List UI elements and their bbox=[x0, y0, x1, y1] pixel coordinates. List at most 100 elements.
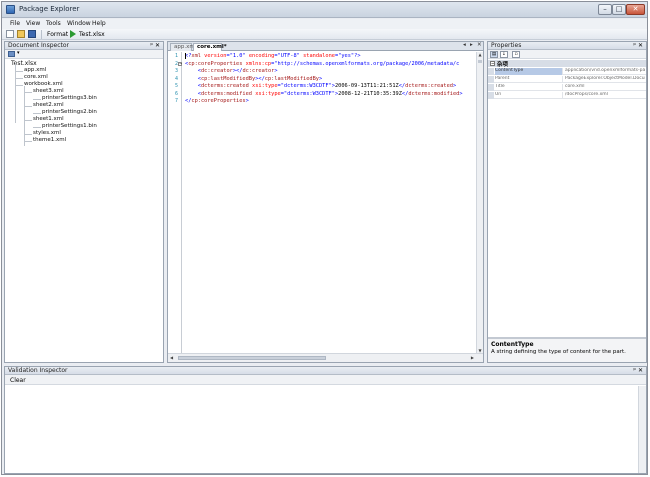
code-token: dc:creator bbox=[200, 68, 233, 74]
scroll-left-icon[interactable]: ◀ bbox=[170, 355, 173, 360]
property-value[interactable]: /docProps/core.xml bbox=[565, 92, 645, 99]
code-token: > bbox=[274, 68, 278, 74]
description-title: ContentType bbox=[491, 341, 534, 348]
code-token: cp:coreProperties bbox=[188, 60, 243, 67]
line-number: 5 bbox=[174, 83, 178, 89]
code-token: cp:lastModifiedBy bbox=[200, 75, 256, 82]
properties-header: Properties ᵖ ✕ bbox=[488, 42, 646, 50]
code-line: <dc:creator></dc:creator> bbox=[185, 68, 278, 74]
open-icon[interactable] bbox=[17, 30, 25, 38]
tree-node[interactable]: app.xml bbox=[24, 67, 46, 73]
view-mode-icon[interactable] bbox=[8, 51, 15, 57]
code-line: </cp:coreProperties> bbox=[185, 98, 249, 104]
text-caret bbox=[185, 53, 186, 59]
tree-guide bbox=[24, 86, 25, 146]
validation-scrollbar[interactable] bbox=[638, 386, 646, 473]
tree-connector bbox=[15, 85, 23, 86]
close-panel-icon[interactable]: ✕ bbox=[638, 367, 643, 374]
tree-node[interactable]: sheet1.xml bbox=[33, 116, 64, 122]
format-button[interactable]: Format bbox=[47, 31, 68, 38]
property-row[interactable]: Title core.xml bbox=[488, 84, 646, 91]
code-line: <cp:lastModifiedBy></cp:lastModifiedBy> bbox=[185, 76, 322, 82]
property-row[interactable]: Uri/docProps/core.xml bbox=[488, 92, 646, 99]
menu-view[interactable]: View bbox=[26, 20, 40, 27]
menu-file[interactable]: File bbox=[10, 20, 20, 27]
validation-inspector-title: Validation Inspector bbox=[8, 367, 68, 374]
menu-window[interactable]: Window bbox=[67, 20, 91, 27]
property-name[interactable]: ContentType bbox=[495, 68, 563, 75]
vertical-scroll-thumb[interactable] bbox=[478, 60, 482, 63]
maximize-button[interactable]: □ bbox=[612, 4, 626, 15]
run-icon[interactable] bbox=[70, 30, 76, 38]
tree-node[interactable]: styles.xml bbox=[33, 130, 61, 136]
tree-node[interactable]: printerSettings2.bin bbox=[42, 109, 97, 115]
properties-title: Properties bbox=[491, 42, 522, 49]
menu-help[interactable]: Help bbox=[92, 20, 106, 27]
validation-results bbox=[5, 386, 638, 473]
property-category-label: 杂项 bbox=[497, 62, 509, 68]
code-token: cp:lastModifiedBy bbox=[264, 75, 319, 82]
property-value[interactable]: PackageExplorer.ObjectModel.Docum bbox=[565, 76, 645, 83]
code-token: "1.0" bbox=[229, 53, 246, 59]
categorized-icon[interactable]: ▤ bbox=[490, 51, 498, 58]
tree-node[interactable]: workbook.xml bbox=[24, 81, 63, 87]
close-button[interactable]: ✕ bbox=[626, 4, 645, 15]
code-token: xmlns:cp bbox=[242, 60, 272, 67]
code-token: ?> bbox=[354, 53, 361, 59]
clear-button[interactable]: Clear bbox=[10, 377, 26, 384]
tree-node[interactable]: printerSettings1.bin bbox=[42, 123, 97, 129]
property-category[interactable]: − 杂项 bbox=[488, 60, 646, 68]
document-inspector-title: Document Inspector bbox=[8, 42, 69, 49]
tab-close-icon[interactable]: ✕ bbox=[477, 42, 482, 48]
tree-connector bbox=[24, 120, 32, 121]
scroll-up-icon[interactable]: ▲ bbox=[477, 52, 483, 58]
close-panel-icon[interactable]: ✕ bbox=[155, 42, 160, 49]
property-name[interactable]: Title bbox=[495, 84, 563, 91]
document-inspector-toolbar: ▾ bbox=[5, 50, 163, 59]
menu-tools[interactable]: Tools bbox=[46, 20, 61, 27]
property-row[interactable]: ContentType application/vnd.openxmlformat… bbox=[488, 68, 646, 75]
tab-next-icon[interactable]: ▸ bbox=[470, 42, 473, 48]
pin-icon[interactable]: ᵖ bbox=[633, 367, 636, 374]
toolbar-separator bbox=[41, 30, 42, 39]
horizontal-scroll-thumb[interactable] bbox=[178, 356, 326, 360]
title-bar: Package Explorer – □ ✕ bbox=[2, 2, 647, 18]
chevron-down-icon[interactable]: ▾ bbox=[17, 50, 20, 56]
collapse-icon[interactable]: − bbox=[490, 61, 495, 66]
active-file-button[interactable]: Test.xlsx bbox=[79, 31, 105, 38]
pin-icon[interactable]: ᵖ bbox=[633, 42, 636, 49]
property-value[interactable]: application/vnd.openxmlformats-package bbox=[565, 68, 645, 75]
save-icon[interactable] bbox=[28, 30, 36, 38]
scroll-right-icon[interactable]: ▶ bbox=[471, 355, 474, 360]
tab-core-xml[interactable]: core.xml* bbox=[193, 43, 227, 51]
code-token: "UTF-8" bbox=[277, 53, 300, 59]
property-name[interactable]: Uri bbox=[495, 92, 563, 99]
tree-node[interactable]: theme1.xml bbox=[33, 137, 66, 143]
property-pages-icon[interactable]: ▫ bbox=[512, 51, 520, 58]
close-panel-icon[interactable]: ✕ bbox=[638, 42, 643, 49]
properties-panel: Properties ᵖ ✕ ▤ ↓ ▫ − 杂项 ContentType app… bbox=[487, 41, 647, 363]
tree-connector bbox=[33, 127, 41, 128]
vertical-scrollbar[interactable]: ▲ ▼ bbox=[476, 52, 483, 354]
new-icon[interactable] bbox=[6, 30, 14, 38]
property-description: ContentType A string defining the type o… bbox=[488, 337, 646, 362]
app-window: Package Explorer – □ ✕ File View Tools W… bbox=[1, 1, 648, 475]
property-value[interactable]: core.xml bbox=[565, 84, 645, 91]
property-row[interactable]: Parent PackageExplorer.ObjectModel.Docum bbox=[488, 76, 646, 83]
alphabetical-icon[interactable]: ↓ bbox=[500, 51, 508, 58]
minimize-button[interactable]: – bbox=[598, 4, 612, 15]
tab-prev-icon[interactable]: ◂ bbox=[463, 42, 466, 48]
code-token: xsi:type bbox=[248, 83, 278, 89]
validation-inspector-panel: Validation Inspector ᵖ ✕ Clear bbox=[4, 366, 647, 474]
tree-node[interactable]: sheet2.xml bbox=[33, 102, 64, 108]
fold-toggle-icon[interactable]: − bbox=[178, 61, 182, 66]
tree-node[interactable]: printerSettings3.bin bbox=[42, 95, 97, 101]
tree-node[interactable]: core.xml bbox=[24, 74, 48, 80]
tree-node[interactable]: sheet3.xml bbox=[33, 88, 64, 94]
horizontal-scrollbar[interactable]: ◀ ▶ bbox=[168, 353, 483, 362]
property-name[interactable]: Parent bbox=[495, 76, 563, 83]
tab-app-xml[interactable]: app.xml* bbox=[170, 43, 199, 51]
pin-icon[interactable]: ᵖ bbox=[150, 42, 153, 49]
